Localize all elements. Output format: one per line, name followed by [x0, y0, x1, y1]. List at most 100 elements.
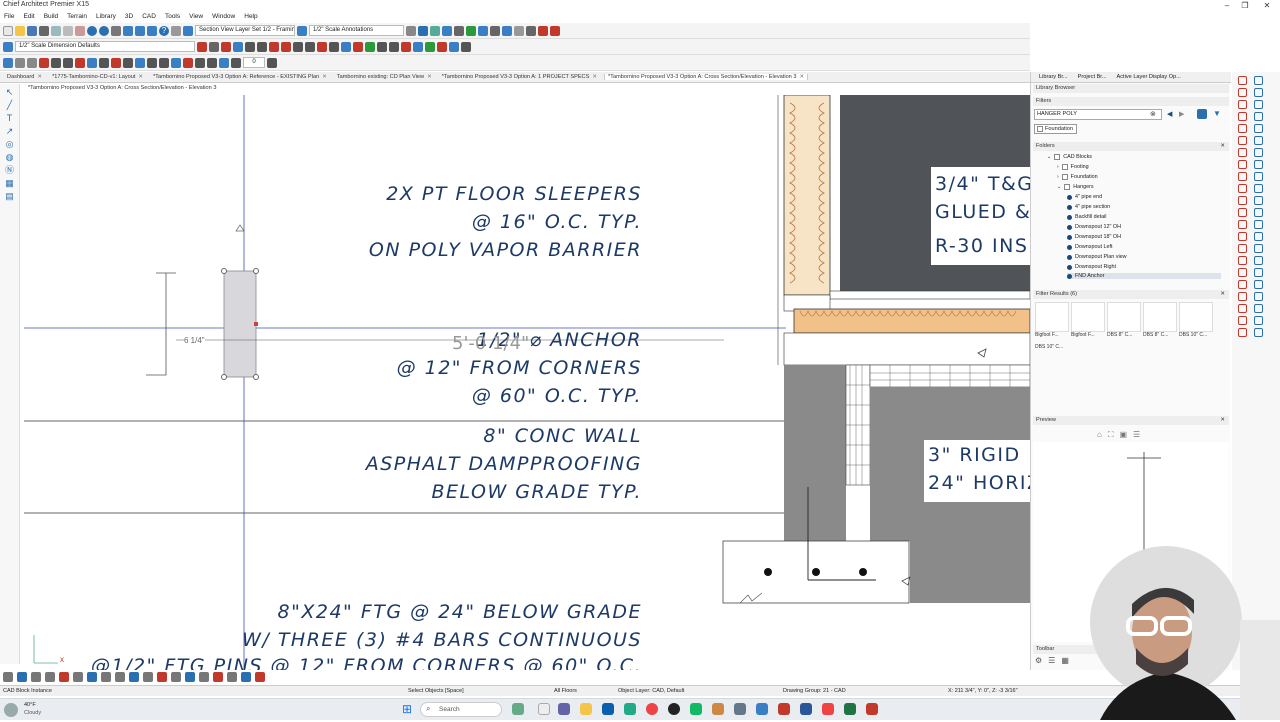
tree-item[interactable]: Downspout 18" OH [1067, 234, 1121, 240]
tool-icon[interactable] [1238, 76, 1247, 85]
north-icon[interactable]: Ⓝ [5, 166, 14, 175]
dropper-icon[interactable] [538, 25, 548, 36]
tool-icon[interactable] [1254, 232, 1263, 241]
save-icon[interactable] [27, 25, 37, 36]
tool-icon[interactable] [1238, 196, 1247, 205]
snap-icon[interactable] [413, 41, 423, 52]
tab-cd-plan-view[interactable]: Tambornino existing: CD Plan View ✕ [334, 74, 435, 80]
settings-icon[interactable]: ⚙ [1035, 656, 1042, 665]
close-icon[interactable]: ✕ [1220, 142, 1225, 151]
tool-icon[interactable] [1254, 268, 1263, 277]
next-result-icon[interactable]: ▶ [1179, 110, 1184, 118]
bounding-icon[interactable] [425, 41, 435, 52]
minimize-icon[interactable]: – [1218, 0, 1236, 11]
tree-item-selected[interactable]: FND Anchor [1067, 273, 1221, 279]
layer-set-combo[interactable]: Section View Layer Set 1/2 - Framing [195, 25, 295, 36]
3d-view-icon[interactable] [490, 25, 500, 36]
tree-item-foundation[interactable]: › Foundation [1057, 174, 1098, 180]
app-icon[interactable] [734, 703, 746, 715]
menu-terrain[interactable]: Terrain [67, 13, 87, 20]
chevron-right-icon[interactable]: › [1057, 164, 1059, 170]
annotation-icon[interactable] [297, 25, 307, 36]
tool-icon[interactable] [1254, 88, 1263, 97]
tool-icon[interactable] [1254, 328, 1263, 337]
dimension-defaults-icon[interactable] [3, 41, 13, 52]
lock-icon[interactable] [401, 41, 411, 52]
tool-icon[interactable] [1238, 328, 1247, 337]
tool-icon[interactable] [101, 672, 111, 682]
text-style-icon[interactable] [197, 41, 207, 52]
tool-icon[interactable] [3, 672, 13, 682]
tool-icon[interactable] [1238, 220, 1247, 229]
edge-icon[interactable] [39, 57, 49, 68]
tool-icon[interactable] [1238, 292, 1247, 301]
drawing-canvas[interactable]: 3/4" T&G GLUED & R-30 INSU 3" RIGID F 24… [24, 95, 1030, 670]
tool-icon[interactable] [185, 672, 195, 682]
tab-elevation-3[interactable]: *Tambornino Proposed V3-3 Option A: Cros… [604, 74, 809, 80]
open-folder-icon[interactable] [15, 25, 25, 36]
tree-item[interactable]: Backfill detail [1067, 214, 1106, 220]
result-item[interactable]: DBS 8" C... [1107, 302, 1141, 338]
extend-icon[interactable] [159, 57, 169, 68]
count-down-icon[interactable] [231, 57, 241, 68]
tab-dashboard[interactable]: Dashboard ✕ [4, 74, 45, 80]
ungroup-icon[interactable] [389, 41, 399, 52]
prev-result-icon[interactable]: ◀ [1167, 110, 1172, 118]
explode-icon[interactable] [171, 57, 181, 68]
arrow-tool-icon[interactable]: ↗ [5, 127, 14, 136]
play-icon[interactable] [466, 25, 476, 36]
tool-icon[interactable] [1238, 184, 1247, 193]
detail-icon[interactable]: ▤ [5, 192, 14, 201]
fill-icon[interactable] [514, 25, 524, 36]
trim-icon[interactable] [147, 57, 157, 68]
weather-icon[interactable] [4, 703, 18, 717]
result-item[interactable]: Bigfoot F... [1035, 302, 1069, 338]
tool-icon[interactable] [73, 672, 83, 682]
tool-icon[interactable] [1254, 256, 1263, 265]
spiral-icon[interactable]: ◎ [5, 140, 14, 149]
tool-icon[interactable] [213, 672, 223, 682]
funnel-icon[interactable]: ▼ [1213, 109, 1221, 118]
filter-chip[interactable]: Foundation [1034, 124, 1077, 134]
menu-library[interactable]: Library [96, 13, 116, 20]
tool-icon[interactable] [31, 672, 41, 682]
tool-icon[interactable] [1254, 220, 1263, 229]
tool-icon[interactable] [1238, 160, 1247, 169]
tool-icon[interactable] [1238, 268, 1247, 277]
tool-icon[interactable] [157, 672, 167, 682]
app-icon[interactable] [690, 703, 702, 715]
count-up-icon[interactable] [267, 57, 277, 68]
new-file-icon[interactable] [3, 25, 13, 36]
zoom-icon[interactable] [406, 25, 416, 36]
camera-icon[interactable] [418, 25, 428, 36]
tool-icon[interactable] [1254, 136, 1263, 145]
dimension-icon[interactable] [147, 25, 157, 36]
tool-icon[interactable] [1238, 172, 1247, 181]
tab-reference-plan[interactable]: *Tambornino Proposed V3-3 Option A: Refe… [150, 74, 330, 80]
box-icon[interactable] [293, 41, 303, 52]
menu-edit[interactable]: Edit [23, 13, 34, 20]
arc-icon[interactable] [257, 41, 267, 52]
edit-mode-icon[interactable] [27, 57, 37, 68]
chevron-right-icon[interactable]: › [1057, 174, 1059, 180]
tab-project-specs[interactable]: *Tambornino Proposed V3-3 Option A: 1 PR… [439, 74, 600, 80]
tool-icon[interactable] [199, 672, 209, 682]
teams-icon[interactable] [558, 703, 570, 715]
tool-icon[interactable] [1254, 304, 1263, 313]
tool-icon[interactable] [1254, 148, 1263, 157]
result-item[interactable]: DBS 8" C... [1143, 302, 1177, 338]
app-icon[interactable] [756, 703, 768, 715]
maximize-icon[interactable]: ❐ [1236, 0, 1254, 11]
result-item[interactable]: Bigfoot F... [1071, 302, 1105, 338]
close-icon[interactable]: ✕ [1220, 416, 1225, 425]
tool-icon[interactable] [227, 672, 237, 682]
stretch-icon[interactable] [437, 41, 447, 52]
tree-item[interactable]: Downspout Left [1067, 244, 1112, 250]
callout-icon[interactable] [87, 57, 97, 68]
join-icon[interactable] [461, 41, 471, 52]
tool-icon[interactable] [1254, 292, 1263, 301]
line-icon[interactable] [245, 41, 255, 52]
count-field[interactable]: 0 [243, 57, 265, 68]
menu-cad[interactable]: CAD [142, 13, 156, 20]
tab-project-browser[interactable]: Project Br... [1078, 74, 1107, 80]
